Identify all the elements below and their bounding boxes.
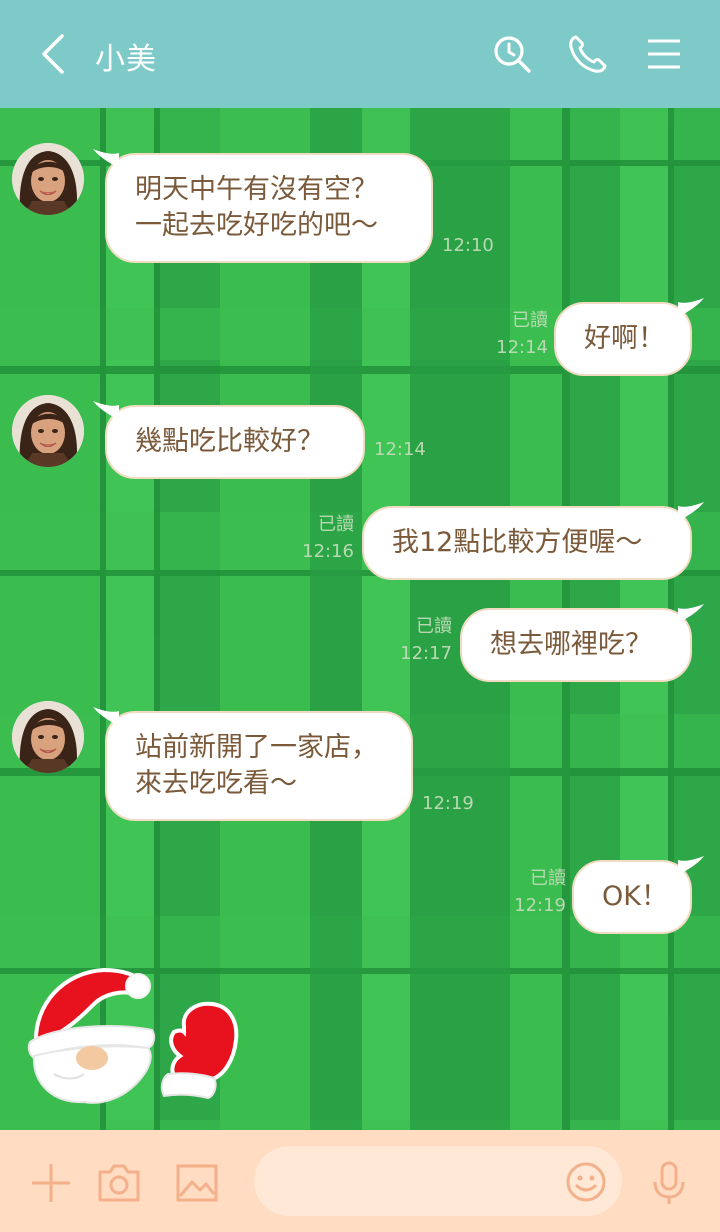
read-receipt: 已讀: [318, 514, 354, 535]
bubble-tail: [678, 502, 704, 522]
message-bubble-right[interactable]: 想去哪裡吃？: [460, 604, 704, 682]
smiley-icon[interactable]: [564, 1160, 608, 1204]
bubble-tail: [93, 149, 119, 169]
message-time: 12:14: [496, 337, 548, 358]
message-text: 幾點吃比較好？: [135, 426, 324, 457]
image-icon[interactable]: [174, 1160, 220, 1206]
message-time: 12:10: [442, 235, 494, 256]
chevron-left-icon[interactable]: [34, 32, 74, 76]
message-text: 明天中午有沒有空？: [135, 174, 378, 205]
menu-icon[interactable]: [642, 32, 686, 76]
message-text: OK！: [602, 881, 668, 912]
chat-area[interactable]: 明天中午有沒有空？ 一起去吃好吃的吧～ 12:10 已讀 12:14 好啊！ 幾…: [0, 108, 720, 1130]
chat-input-bar: [0, 1130, 720, 1232]
message-bubble-right[interactable]: 好啊！: [554, 298, 704, 376]
chat-title: 小美: [95, 42, 157, 77]
phone-icon[interactable]: [566, 32, 610, 76]
avatar[interactable]: [12, 395, 84, 467]
message-bubble-right[interactable]: 我12點比較方便喔～: [362, 502, 704, 580]
message-bubble-left[interactable]: 站前新開了一家店， 來去吃吃看～: [93, 707, 413, 821]
message-time: 12:16: [302, 541, 354, 562]
camera-icon[interactable]: [96, 1160, 142, 1206]
message-text: 一起去吃好吃的吧～: [135, 210, 378, 241]
avatar-photo: [12, 395, 84, 467]
message-time: 12:14: [374, 439, 426, 460]
message-text: 我12點比較方便喔～: [392, 527, 643, 558]
microphone-icon[interactable]: [646, 1160, 692, 1206]
bubble-tail: [93, 707, 119, 727]
message-time: 12:19: [514, 895, 566, 916]
bubble-tail: [678, 298, 704, 318]
message-text: 好啊！: [584, 323, 665, 354]
message-text: 來去吃吃看～: [135, 768, 297, 799]
chat-header: 小美: [0, 0, 720, 108]
bubble-tail: [678, 604, 704, 624]
read-receipt: 已讀: [416, 616, 452, 637]
message-time: 12:19: [422, 793, 474, 814]
bubble-tail: [93, 401, 119, 421]
avatar[interactable]: [12, 701, 84, 773]
read-receipt: 已讀: [530, 868, 566, 889]
avatar[interactable]: [12, 143, 84, 215]
avatar-photo: [12, 701, 84, 773]
message-time: 12:17: [400, 643, 452, 664]
message-text: 想去哪裡吃？: [490, 629, 652, 660]
message-text: 站前新開了一家店，: [135, 732, 378, 763]
message-bubble-left[interactable]: 幾點吃比較好？: [93, 401, 365, 479]
message-bubble-right[interactable]: OK！: [572, 856, 704, 934]
avatar-photo: [12, 143, 84, 215]
message-bubble-left[interactable]: 明天中午有沒有空？ 一起去吃好吃的吧～: [93, 149, 433, 263]
read-receipt: 已讀: [512, 310, 548, 331]
search-icon[interactable]: [490, 32, 534, 76]
santa-mitten-sticker[interactable]: [24, 964, 264, 1114]
bubble-tail: [678, 856, 704, 876]
plus-icon[interactable]: [28, 1160, 74, 1206]
